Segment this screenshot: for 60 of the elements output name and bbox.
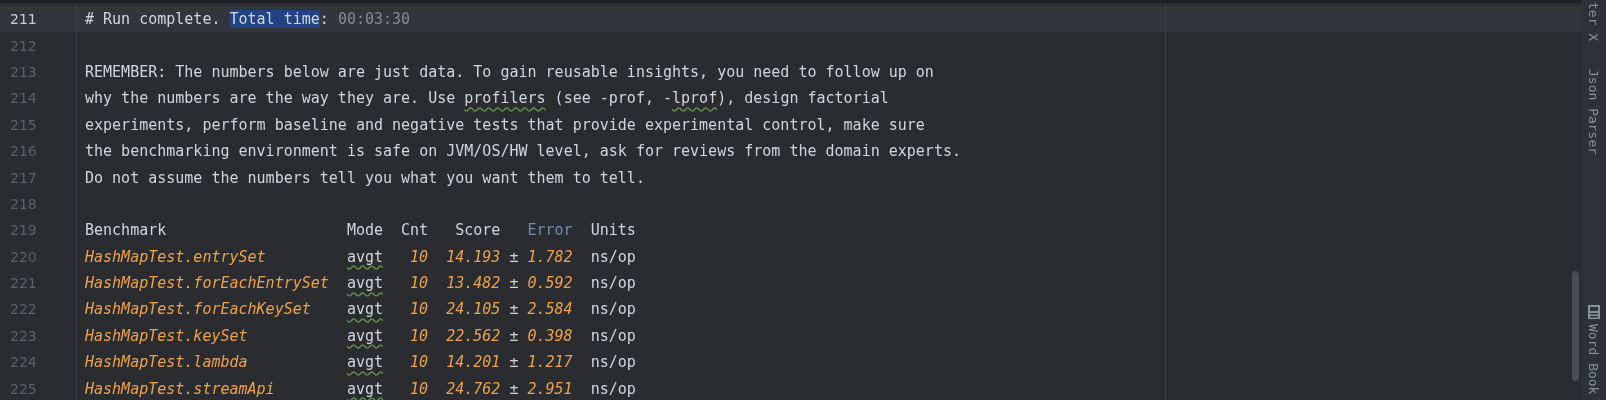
table-cell-text: ± (508, 247, 520, 266)
code-line: why the numbers are the way they are. Use profilers (see -prof, -lprof), design factorial (84, 89, 889, 108)
table-cell-text: 24.105 (445, 300, 501, 319)
table-cell: 0.398 (527, 326, 573, 345)
scrollbar-thumb[interactable] (1572, 271, 1579, 381)
table-cell: avgt (346, 274, 383, 293)
code-line: # Run complete. Total time: 00:03:30 (84, 10, 411, 29)
table-cell-text: ± (508, 353, 520, 372)
table-cell-text: 13.482 (445, 274, 501, 293)
code-line: experiments, perform baseline and negative tests that provide experimental control, make sure (84, 115, 925, 134)
table-cell-text: HashMapTest.forEachKeySet (85, 300, 312, 319)
table-cell-text: 10 (409, 247, 429, 266)
table-cell: avgt (346, 326, 383, 345)
table-cell-text: 10 (409, 274, 429, 293)
code-line: REMEMBER: The numbers below are just data. To gain reusable insights, you need to follow up on (84, 62, 934, 81)
table-cell: ns/op (590, 247, 636, 266)
header-cell: Error (527, 221, 573, 240)
table-cell-text: ± (508, 300, 520, 319)
table-cell: 0.592 (527, 274, 573, 293)
header-cell-text: Cnt (400, 221, 429, 240)
table-cell: ns/op (590, 353, 636, 372)
table-cell: avgt (346, 353, 383, 372)
table-cell-text: HashMapTest.keySet (85, 326, 249, 345)
table-cell-text: ± (508, 274, 520, 293)
header-cell-text: Benchmark (85, 221, 168, 240)
table-cell-text: ± (508, 379, 520, 398)
table-cell: ns/op (590, 379, 636, 398)
table-cell-text: HashMapTest.lambda (85, 353, 249, 372)
table-cell: avgt (346, 379, 383, 398)
table-cell: 2.584 (527, 300, 573, 319)
table-cell-text: 10 (409, 353, 429, 372)
table-cell-text: 22.562 (445, 326, 501, 345)
table-cell-text: 14.201 (445, 353, 501, 372)
table-cell-text: HashMapTest.streamApi (85, 379, 276, 398)
line-number: 211 (10, 11, 37, 28)
table-cell-text: 10 (409, 326, 429, 345)
table-cell-text: 24.762 (445, 379, 501, 398)
table-cell: ns/op (590, 326, 636, 345)
code-line: the benchmarking environment is safe on JVM/OS/HW level, ask for reviews from the domain experts. (84, 142, 961, 161)
table-cell: avgt (346, 247, 383, 266)
table-cell-text: ± (508, 326, 520, 345)
tool-window-tab[interactable]: Word Book (1586, 303, 1601, 394)
table-cell: avgt (346, 300, 383, 319)
table-cell: ns/op (590, 300, 636, 319)
table-cell-text: HashMapTest.entrySet (85, 247, 267, 266)
table-cell: ns/op (590, 274, 636, 293)
code-line: Do not assume the numbers tell you what you want them to tell. (84, 168, 645, 187)
header-cell-text: Score (454, 221, 501, 240)
tool-window-tab[interactable]: Json Parser (1586, 69, 1601, 156)
table-cell: 1.217 (527, 353, 573, 372)
table-cell-text: 10 (409, 379, 429, 398)
tool-window-tab[interactable]: ter X (1586, 2, 1601, 42)
table-cell-text: 14.193 (445, 247, 501, 266)
table-cell-text: HashMapTest.forEachEntrySet (85, 274, 330, 293)
table-cell: 1.782 (527, 247, 573, 266)
table-cell: 2.951 (527, 379, 573, 398)
header-cell: Mode (346, 221, 383, 240)
table-cell-text: 10 (409, 300, 429, 319)
book-icon (1586, 303, 1601, 320)
header-cell: Units (590, 221, 636, 240)
